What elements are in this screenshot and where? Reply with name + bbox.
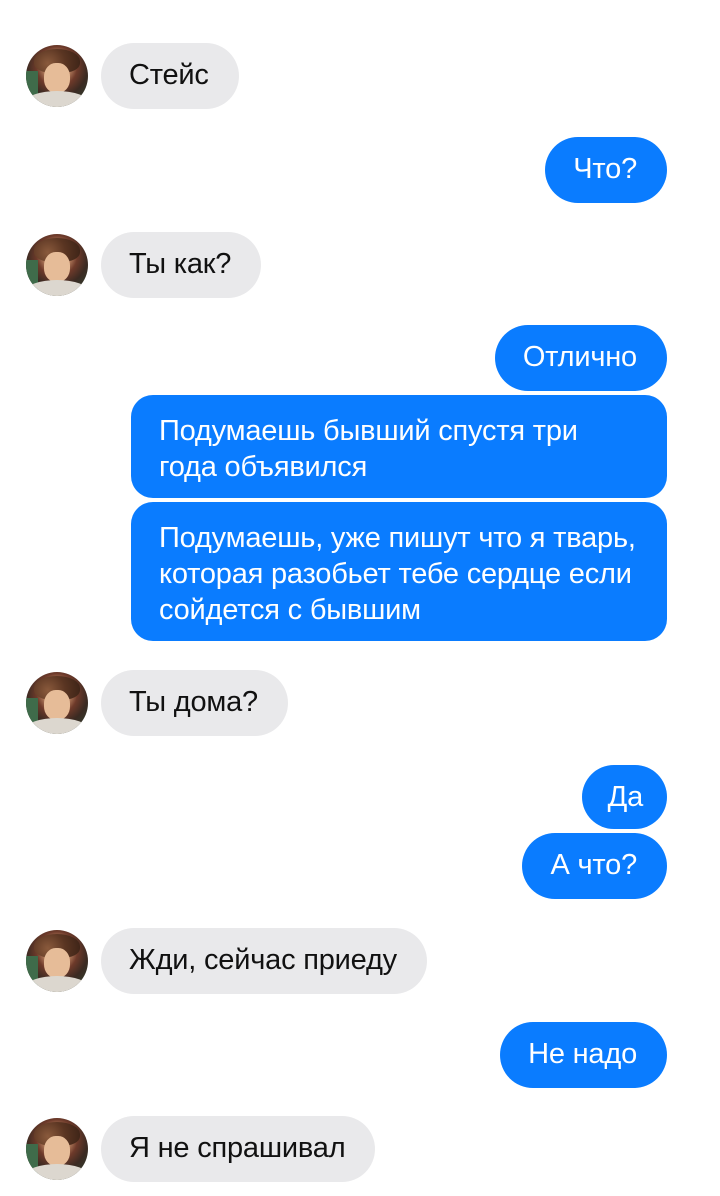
contact-avatar[interactable] — [26, 45, 88, 107]
incoming-message[interactable]: Ты дома? — [101, 670, 288, 736]
message-text: Стейс — [129, 59, 209, 91]
message-text: Ты дома? — [129, 686, 258, 718]
message-text: Не надо — [528, 1038, 637, 1070]
message-text: Подумаешь, уже пишут что я тварь, котора… — [159, 522, 636, 626]
incoming-message[interactable]: Ты как? — [101, 232, 262, 298]
chat-thread: Стейс Что? Ты как? Отлично Подумаешь быв… — [0, 0, 720, 1196]
contact-avatar[interactable] — [26, 672, 88, 734]
outgoing-message[interactable]: Подумаешь, уже пишут что я тварь, котора… — [131, 502, 667, 641]
outgoing-message[interactable]: Что? — [545, 137, 667, 203]
outgoing-message[interactable]: Да — [581, 765, 667, 829]
message-text: Ты как? — [129, 248, 232, 280]
contact-avatar[interactable] — [26, 1118, 88, 1180]
outgoing-message[interactable]: Отлично — [494, 325, 667, 391]
message-text: Подумаешь бывший спустя три года объявил… — [159, 415, 578, 483]
outgoing-message[interactable]: Подумаешь бывший спустя три года объявил… — [131, 395, 667, 498]
incoming-message[interactable]: Жди, сейчас приеду — [101, 928, 427, 994]
incoming-message[interactable]: Я не спрашивал — [101, 1116, 376, 1182]
message-text: А что? — [550, 849, 637, 881]
message-text: Я не спрашивал — [129, 1132, 346, 1164]
outgoing-message[interactable]: А что? — [522, 833, 667, 899]
message-text: Отлично — [522, 341, 637, 373]
contact-avatar[interactable] — [26, 930, 88, 992]
message-text: Жди, сейчас приеду — [129, 944, 397, 976]
message-text: Что? — [573, 153, 637, 185]
message-text: Да — [607, 781, 644, 813]
incoming-message[interactable]: Стейс — [101, 43, 239, 109]
outgoing-message[interactable]: Не надо — [500, 1022, 667, 1088]
contact-avatar[interactable] — [26, 234, 88, 296]
